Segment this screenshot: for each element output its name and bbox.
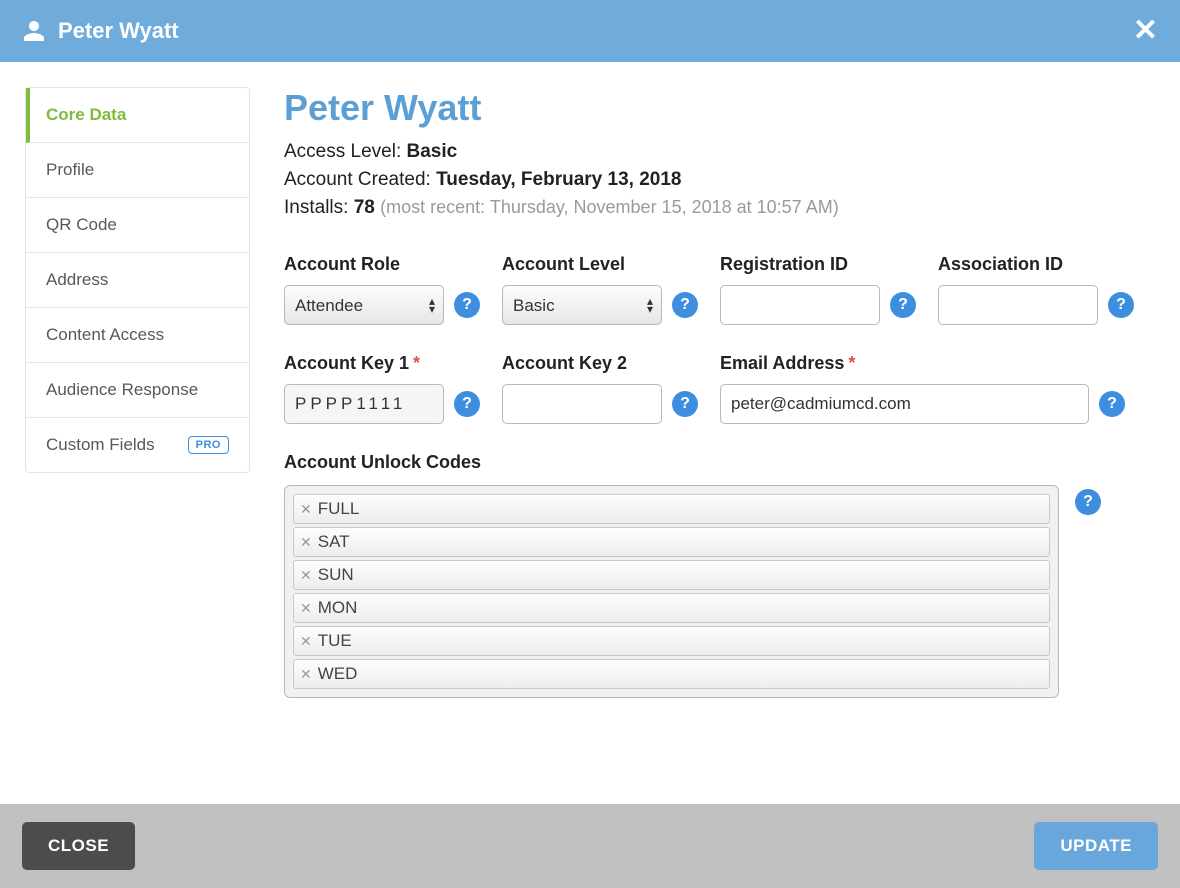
account-key-2-input[interactable] [502, 384, 662, 424]
sidebar-item-qr-code[interactable]: QR Code [26, 198, 249, 253]
created-label: Account Created: [284, 169, 431, 190]
page-title: Peter Wyatt [284, 87, 1150, 129]
created-value: Tuesday, February 13, 2018 [436, 169, 681, 190]
code-label: MON [318, 598, 358, 618]
help-icon[interactable]: ? [1099, 391, 1125, 417]
remove-icon[interactable]: ✕ [300, 502, 312, 516]
code-label: WED [318, 664, 358, 684]
pro-badge: PRO [188, 436, 229, 454]
account-role-label: Account Role [284, 254, 484, 275]
association-id-input[interactable] [938, 285, 1098, 325]
update-button[interactable]: UPDATE [1034, 822, 1158, 870]
content-pane: Peter Wyatt Access Level: Basic Account … [250, 87, 1150, 779]
remove-icon[interactable]: ✕ [300, 601, 312, 615]
email-label: Email Address* [720, 353, 1125, 374]
sidebar-item-label: Custom Fields [46, 435, 155, 455]
unlock-codes-label: Account Unlock Codes [284, 452, 1150, 473]
sidebar-item-audience-response[interactable]: Audience Response [26, 363, 249, 418]
user-icon [22, 19, 46, 43]
account-key-1-input[interactable] [284, 384, 444, 424]
code-label: TUE [318, 631, 352, 651]
sidebar-item-label: Profile [46, 160, 94, 180]
installs-label: Installs: [284, 197, 348, 218]
code-pill[interactable]: ✕ TUE [293, 626, 1050, 656]
help-icon[interactable]: ? [1108, 292, 1134, 318]
remove-icon[interactable]: ✕ [300, 535, 312, 549]
modal-title: Peter Wyatt [58, 18, 179, 44]
code-label: FULL [318, 499, 360, 519]
access-level-label: Access Level: [284, 141, 401, 162]
code-pill[interactable]: ✕ SUN [293, 560, 1050, 590]
code-pill[interactable]: ✕ FULL [293, 494, 1050, 524]
installs-value: 78 [354, 197, 375, 218]
installs-hint: (most recent: Thursday, November 15, 201… [380, 197, 839, 217]
help-icon[interactable]: ? [454, 391, 480, 417]
installs-line: Installs: 78 (most recent: Thursday, Nov… [284, 197, 1150, 219]
sidebar-item-profile[interactable]: Profile [26, 143, 249, 198]
help-icon[interactable]: ? [1075, 489, 1101, 515]
remove-icon[interactable]: ✕ [300, 667, 312, 681]
access-level-value: Basic [407, 141, 458, 162]
remove-icon[interactable]: ✕ [300, 634, 312, 648]
created-line: Account Created: Tuesday, February 13, 2… [284, 169, 1150, 191]
modal-body: Core Data Profile QR Code Address Conten… [0, 62, 1180, 804]
unlock-codes-box[interactable]: ✕ FULL ✕ SAT ✕ SUN ✕ MON ✕ TUE ✕ WED [284, 485, 1059, 698]
account-key-2-label: Account Key 2 [502, 353, 702, 374]
sidebar-item-label: Audience Response [46, 380, 198, 400]
sidebar-item-label: Core Data [46, 105, 126, 125]
help-icon[interactable]: ? [672, 391, 698, 417]
account-level-label: Account Level [502, 254, 702, 275]
sidebar-item-label: Address [46, 270, 108, 290]
sidebar-item-label: Content Access [46, 325, 164, 345]
close-icon[interactable]: ✕ [1133, 16, 1158, 46]
help-icon[interactable]: ? [890, 292, 916, 318]
registration-id-input[interactable] [720, 285, 880, 325]
close-button[interactable]: CLOSE [22, 822, 135, 870]
association-id-label: Association ID [938, 254, 1138, 275]
sidebar-item-core-data[interactable]: Core Data [26, 88, 249, 143]
remove-icon[interactable]: ✕ [300, 568, 312, 582]
code-label: SUN [318, 565, 354, 585]
registration-id-label: Registration ID [720, 254, 920, 275]
email-input[interactable] [720, 384, 1089, 424]
sidebar-item-address[interactable]: Address [26, 253, 249, 308]
help-icon[interactable]: ? [454, 292, 480, 318]
code-label: SAT [318, 532, 350, 552]
code-pill[interactable]: ✕ WED [293, 659, 1050, 689]
sidebar-item-label: QR Code [46, 215, 117, 235]
account-role-select[interactable]: Attendee [284, 285, 444, 325]
access-level-line: Access Level: Basic [284, 141, 1150, 163]
account-key-1-label: Account Key 1* [284, 353, 484, 374]
code-pill[interactable]: ✕ SAT [293, 527, 1050, 557]
account-level-select[interactable]: Basic [502, 285, 662, 325]
sidebar: Core Data Profile QR Code Address Conten… [25, 87, 250, 473]
modal-footer: CLOSE UPDATE [0, 804, 1180, 888]
sidebar-item-custom-fields[interactable]: Custom Fields PRO [26, 418, 249, 472]
help-icon[interactable]: ? [672, 292, 698, 318]
modal-header: Peter Wyatt ✕ [0, 0, 1180, 62]
sidebar-item-content-access[interactable]: Content Access [26, 308, 249, 363]
code-pill[interactable]: ✕ MON [293, 593, 1050, 623]
